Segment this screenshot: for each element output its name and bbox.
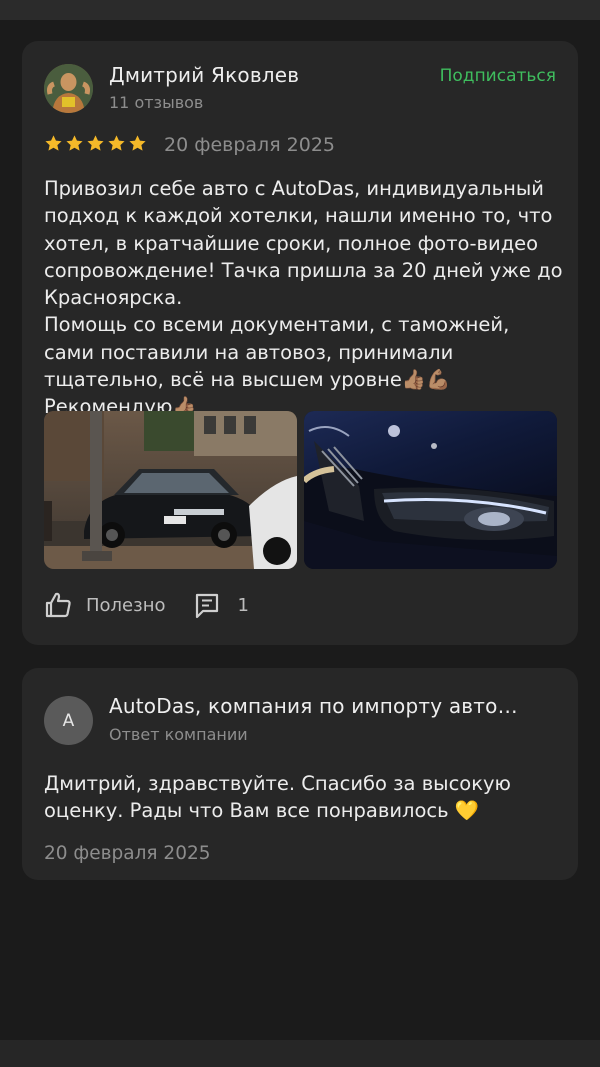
comment-icon [193, 591, 221, 619]
rating-stars [44, 134, 147, 153]
author-name[interactable]: Дмитрий Яковлев [109, 63, 299, 87]
star-icon [107, 134, 126, 153]
bottom-bar [0, 1040, 600, 1067]
star-icon [128, 134, 147, 153]
car-photo-headlight[interactable] [304, 411, 557, 569]
author-review-count: 11 отзывов [109, 93, 204, 112]
star-icon [86, 134, 105, 153]
company-reply-label: Ответ компании [109, 725, 248, 744]
company-avatar[interactable]: A [44, 696, 93, 745]
review-photos [44, 411, 557, 569]
star-icon [44, 134, 63, 153]
reply-date: 20 февраля 2025 [44, 843, 211, 864]
review-text: Привозил себе авто с AutoDas, индивидуал… [44, 177, 563, 419]
thumbs-up-icon [44, 591, 72, 619]
review-date: 20 февраля 2025 [164, 134, 336, 156]
review-actions: Полезно 1 [44, 591, 249, 619]
helpful-button[interactable]: Полезно [44, 591, 165, 619]
star-icon [65, 134, 84, 153]
author-avatar[interactable] [44, 64, 93, 113]
car-photo-street[interactable] [44, 411, 297, 569]
subscribe-button[interactable]: Подписаться [440, 66, 556, 86]
review-card: Дмитрий Яковлев 11 отзывов Подписаться 2… [22, 41, 578, 645]
company-reply-card: A AutoDas, компания по импорту авто… Отв… [22, 668, 578, 880]
helpful-label: Полезно [86, 594, 166, 616]
reply-text: Дмитрий, здравствуйте. Спасибо за высоку… [44, 772, 511, 823]
comments-button[interactable]: 1 [193, 591, 249, 619]
top-strip [0, 0, 600, 20]
company-name[interactable]: AutoDas, компания по импорту авто… [109, 694, 518, 718]
comments-count: 1 [237, 594, 249, 616]
